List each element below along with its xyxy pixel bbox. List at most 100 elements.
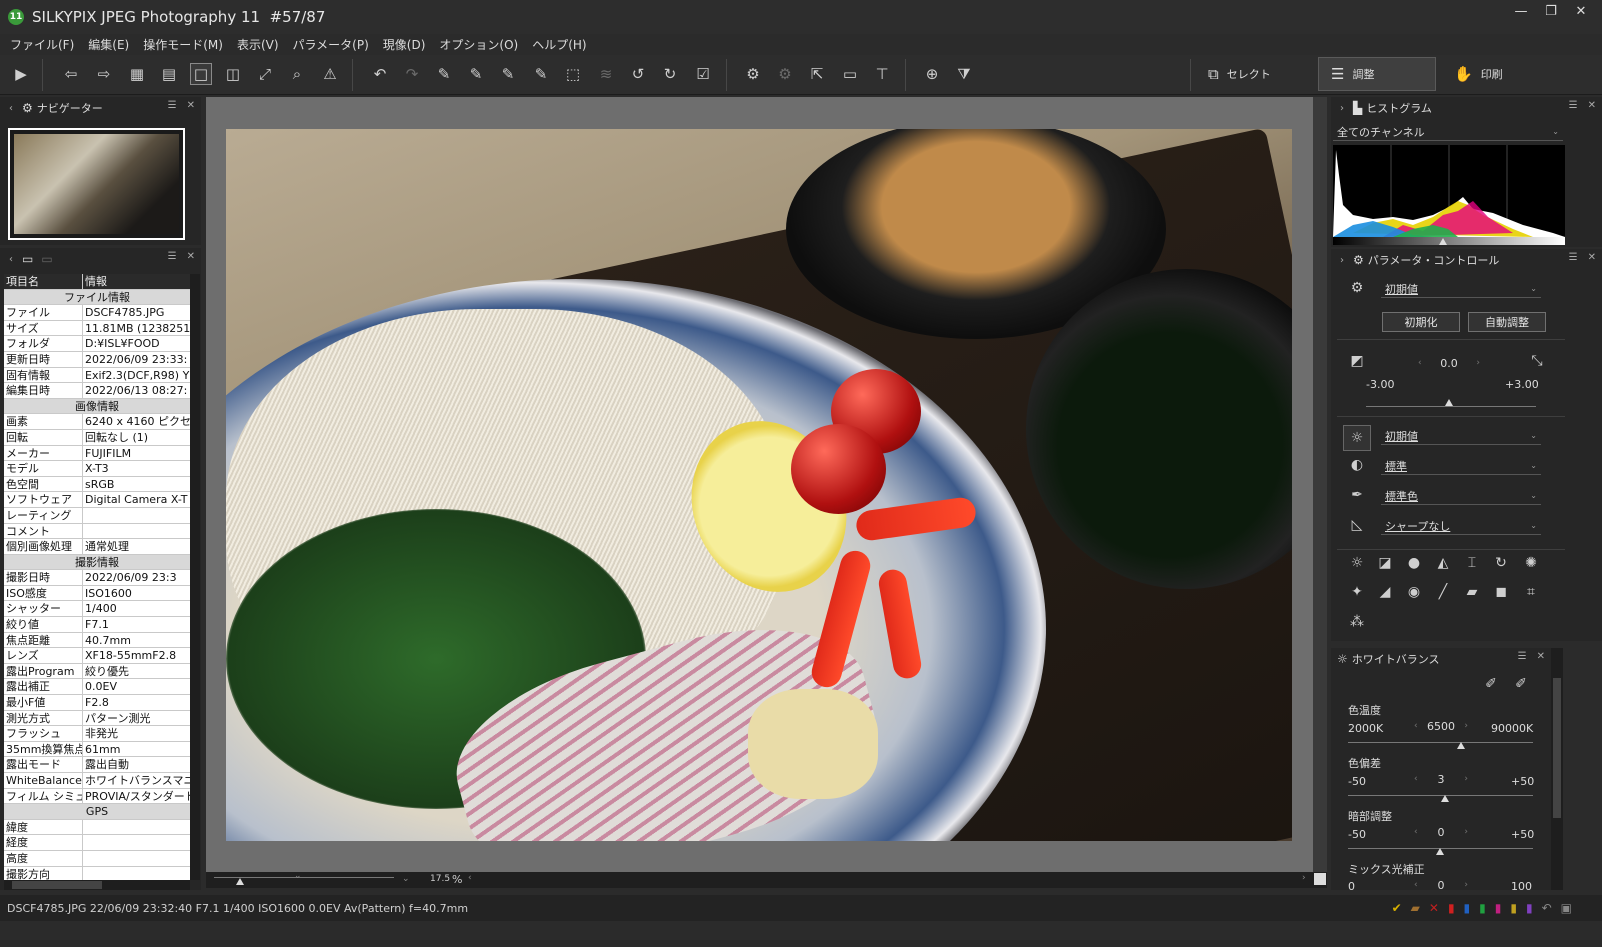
collapse-icon[interactable]: ‹ [4,103,18,114]
green-tag-icon[interactable]: ▮ [1479,901,1486,915]
batch-develop-icon[interactable]: ⚙ [774,63,796,85]
gear-icon[interactable]: ⚙ [1347,280,1367,296]
mode-print-button[interactable]: ✋ 印刷 [1442,57,1552,91]
undo-icon[interactable]: ↶ [369,63,391,85]
layers-icon[interactable]: ≋ [595,63,617,85]
next-image-icon[interactable]: ⇨ [93,63,115,85]
panel-menu-icon[interactable]: ☰ [168,251,177,262]
sphere-icon[interactable]: ● [1404,555,1424,571]
collapse-icon[interactable]: ‹ [4,254,18,265]
color-select[interactable]: 標準 ⌄ [1381,457,1541,475]
exposure-slider-thumb[interactable] [1445,399,1453,406]
eye-icon[interactable]: ◉ [1404,584,1424,600]
color-pen-icon[interactable]: ✒ [1347,487,1367,503]
panel-close-icon[interactable]: ✕ [1588,100,1596,111]
yellow-tag-icon[interactable]: ▮ [1510,901,1517,915]
straighten-icon[interactable]: ⊤ [871,63,893,85]
compare-view-icon[interactable]: ◫ [222,63,244,85]
tone-select[interactable]: 初期値 ⌄ [1381,427,1541,445]
info-hscrollbar[interactable] [4,880,190,890]
menu-help[interactable]: ヘルプ(H) [532,36,586,53]
contrast-icon[interactable]: ◐ [1347,457,1367,473]
scroll-right-icon[interactable]: › [1302,873,1306,883]
prev-image-icon[interactable]: ⇦ [60,63,82,85]
menu-view[interactable]: 表示(V) [237,36,279,53]
mix-spinner[interactable]: ‹ 0 › [1411,877,1471,893]
rotate-tool-icon[interactable]: ↻ [1491,555,1511,571]
tint-spinner[interactable]: ‹ 3 › [1411,771,1471,787]
minimize-button[interactable]: — [1506,4,1536,19]
menu-option[interactable]: オプション(O) [439,36,518,53]
warning-icon[interactable]: ⚠ [319,63,341,85]
shadow-slider-thumb[interactable] [1436,848,1444,855]
thumbnail-view-icon[interactable]: ▦ [126,63,148,85]
lock-icon[interactable]: ▣ [1561,901,1572,915]
close-button[interactable]: ✕ [1566,4,1596,19]
temp-slider-thumb[interactable] [1457,742,1465,749]
open-folder-icon[interactable]: ▶ [10,63,32,85]
image-canvas[interactable] [206,97,1327,872]
brush-icon[interactable]: ╱ [1433,584,1453,600]
menu-develop[interactable]: 現像(D) [383,36,426,53]
folder-mark-icon[interactable]: ▰ [1411,901,1420,915]
exposure-slider[interactable] [1366,406,1536,407]
exposure-icon[interactable]: ◩ [1347,353,1367,369]
dropper-icon[interactable]: ✦ [1347,584,1367,600]
red-tag-icon[interactable]: ▮ [1448,901,1455,915]
panel-close-icon[interactable]: ✕ [1588,252,1596,263]
panel-menu-icon[interactable]: ☰ [1569,252,1578,263]
zoom-slider-thumb[interactable] [236,878,244,885]
reset-button[interactable]: 初期化 [1382,312,1460,332]
export-icon[interactable]: ⇱ [806,63,828,85]
purple-tag-icon[interactable]: ▮ [1526,901,1533,915]
menu-parameter[interactable]: パラメータ(P) [293,36,369,53]
folder-tab-icon[interactable]: ▭ [41,252,52,266]
panel-close-icon[interactable]: ✕ [187,100,195,111]
clone-icon[interactable]: ◼ [1491,584,1511,600]
rotate-right-icon[interactable]: ↻ [659,63,681,85]
eraser-icon[interactable]: ▰ [1462,584,1482,600]
crop-frame-icon[interactable]: ⌶ [1462,555,1482,571]
gradient-icon[interactable]: ◢ [1375,584,1395,600]
single-view-icon[interactable]: □ [190,63,212,85]
crop-icon[interactable]: ⌗ [1521,584,1541,600]
magenta-tag-icon[interactable]: ▮ [1495,901,1502,915]
brightness-icon[interactable]: ☼ [1343,425,1371,451]
menu-edit[interactable]: 編集(E) [88,36,129,53]
filter-icon[interactable]: ⧩ [953,63,975,85]
menu-file[interactable]: ファイル(F) [10,36,74,53]
auto-adjust-button[interactable]: 自動調整 [1468,312,1546,332]
wb-picker-icon[interactable]: ✐ [1481,676,1501,692]
spot-icon[interactable]: ⁂ [1347,614,1367,630]
panel-close-icon[interactable]: ✕ [187,251,195,262]
wb-tool-icon[interactable]: ☼ [1347,555,1367,571]
tint-slider-thumb[interactable] [1441,795,1449,802]
exposure-spinner[interactable]: ‹ 0.0 › [1415,355,1483,371]
wb-gray-picker-icon[interactable]: ✐ [1511,676,1531,692]
color-mode-select[interactable]: 標準色 ⌄ [1381,487,1541,505]
right-panel-scrollbar[interactable] [1551,648,1563,890]
maximize-button[interactable]: ❐ [1536,4,1566,19]
zoom-value[interactable]: 17.5 [430,874,450,884]
zoom-chevron-icon[interactable]: ⌄ [294,871,302,881]
navigator-toggle-icon[interactable] [1314,873,1326,885]
redo-icon[interactable]: ↷ [401,63,423,85]
panel-menu-icon[interactable]: ☰ [1518,651,1527,662]
mode-adjust-button[interactable]: ☰ 調整 [1318,57,1436,91]
reject-mark-icon[interactable]: ✕ [1429,901,1439,915]
comment-tab-icon[interactable]: ▭ [22,252,33,266]
tone-curve-icon[interactable]: ◪ [1375,555,1395,571]
collapse-icon[interactable]: › [1335,255,1349,266]
check-mark-icon[interactable]: ✔ [1392,901,1402,915]
temp-spinner[interactable]: ‹ 6500 › [1411,718,1471,734]
canvas-vscrollbar[interactable] [1313,97,1327,872]
info-scrollbar[interactable] [190,274,200,880]
collapse-icon[interactable]: › [1335,103,1349,114]
rotate-left-icon[interactable]: ↺ [627,63,649,85]
panel-menu-icon[interactable]: ☰ [168,100,177,111]
develop-icon[interactable]: ⚙ [742,63,764,85]
filmstrip-view-icon[interactable]: ▤ [158,63,180,85]
apply-params-icon[interactable]: ✎ [530,63,552,85]
panel-menu-icon[interactable]: ☰ [1569,100,1578,111]
blue-tag-icon[interactable]: ▮ [1464,901,1471,915]
